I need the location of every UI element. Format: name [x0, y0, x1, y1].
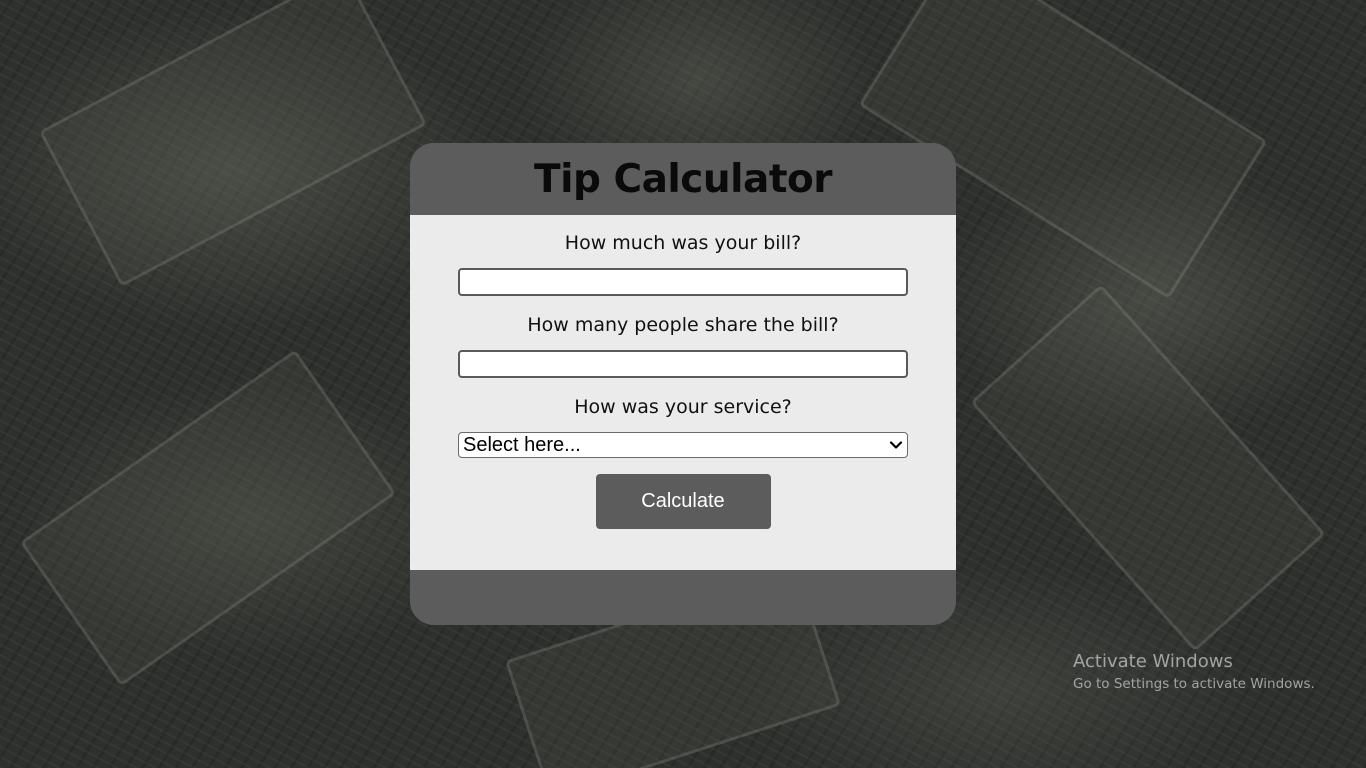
card-footer — [410, 570, 956, 625]
page-background: { "app": { "title": "Tip Calculator" }, … — [0, 0, 1366, 768]
activate-windows-watermark: Activate Windows Go to Settings to activ… — [1073, 651, 1315, 692]
page-title: Tip Calculator — [533, 156, 833, 202]
background-bill — [19, 349, 397, 687]
service-select[interactable]: Select here... — [458, 432, 908, 458]
tip-calculator-card: Tip Calculator How much was your bill? H… — [410, 143, 956, 625]
bill-amount-input[interactable] — [458, 268, 908, 296]
background-bill — [38, 0, 428, 287]
chevron-down-icon — [889, 441, 903, 449]
card-body: How much was your bill? How many people … — [410, 215, 956, 570]
calculate-button[interactable]: Calculate — [595, 474, 771, 529]
card-header: Tip Calculator — [410, 143, 956, 215]
people-question-label: How many people share the bill? — [527, 314, 839, 336]
bill-question-label: How much was your bill? — [564, 232, 802, 254]
service-question-label: How was your service? — [574, 396, 792, 418]
people-count-input[interactable] — [458, 350, 908, 378]
watermark-title: Activate Windows — [1073, 651, 1233, 672]
background-bill — [970, 284, 1326, 652]
watermark-subtitle: Go to Settings to activate Windows. — [1073, 676, 1315, 692]
service-select-value: Select here... — [463, 433, 581, 456]
